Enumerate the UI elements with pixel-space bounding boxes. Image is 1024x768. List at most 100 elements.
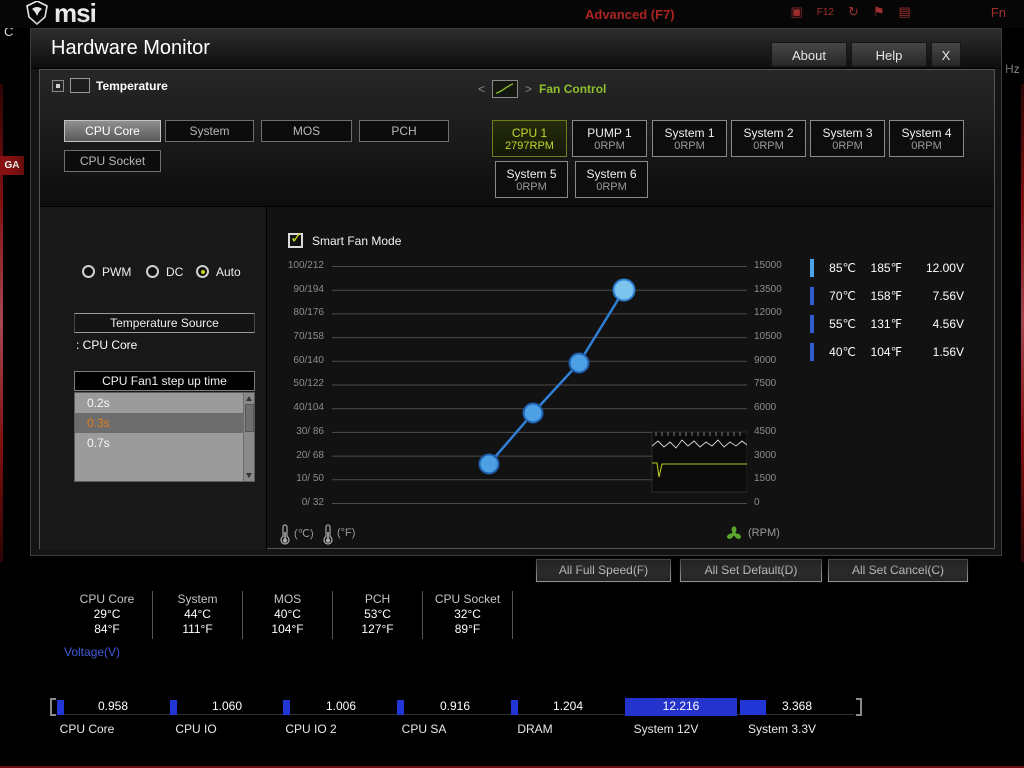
chevron-left-icon[interactable]: < <box>478 82 485 96</box>
legend-fahrenheit: 131℉ <box>870 317 902 331</box>
scroll-up-icon[interactable] <box>246 396 252 401</box>
fan-button-system4[interactable]: System 4 0RPM <box>889 120 964 157</box>
legend-bar-icon <box>810 315 814 333</box>
close-button[interactable]: X <box>931 42 961 67</box>
legend-celsius: 70℃ <box>829 289 856 303</box>
temp-readout-mos: MOS 40°C 104°F <box>242 591 332 639</box>
fan-curve-icon <box>492 80 519 98</box>
temp-button-mos[interactable]: MOS <box>261 120 352 142</box>
temp-readout-system: System 44°C 111°F <box>152 591 242 639</box>
chevron-right-icon[interactable]: > <box>525 82 532 96</box>
fan-button-system5[interactable]: System 5 0RPM <box>495 161 568 198</box>
radio-dc[interactable] <box>146 265 159 278</box>
temp-button-cpu-socket[interactable]: CPU Socket <box>64 150 161 172</box>
dialog-title: Hardware Monitor <box>51 37 210 59</box>
fan-name: CPU 1 <box>511 125 548 140</box>
legend-fahrenheit: 158℉ <box>870 289 902 303</box>
fn-icon[interactable]: Fn <box>991 5 1006 20</box>
legend-celsius: 85℃ <box>829 261 856 275</box>
scrollbar-thumb[interactable] <box>245 404 254 432</box>
voltage-bar-icon <box>170 700 177 715</box>
step-option-07s[interactable]: 0.7s <box>75 433 254 453</box>
right-edge-text: Hz <box>1005 62 1020 76</box>
temp-button-pch[interactable]: PCH <box>359 120 449 142</box>
fan-rpm: 0RPM <box>594 139 625 152</box>
bios-top-bar: msi Advanced (F7) ▣ F12 ↻ ⚑ ▤ Fn <box>0 0 1024 28</box>
radio-auto-label: Auto <box>216 265 241 279</box>
rpm-unit-label: (RPM) <box>748 527 780 539</box>
all-set-cancel-button[interactable]: All Set Cancel(C) <box>828 559 968 582</box>
fan-name: System 2 <box>743 125 794 140</box>
msi-wordmark: msi <box>54 0 97 28</box>
rpm-axis-ticks: 15000 13500 12000 10500 9000 7500 6000 4500 … <box>754 260 782 508</box>
screenshot-icon[interactable]: ▣ <box>790 4 802 20</box>
voltage-bar-icon <box>57 700 64 715</box>
fan-curve-point-3[interactable] <box>568 352 590 374</box>
refresh-icon[interactable]: ↻ <box>848 4 859 20</box>
radio-auto[interactable] <box>196 265 209 278</box>
fan-button-system2[interactable]: System 2 0RPM <box>731 120 806 157</box>
msi-logo: msi <box>26 0 97 28</box>
legend-voltage: 12.00V <box>925 261 964 275</box>
voltage-label-system33v: System 3.3V <box>747 722 817 736</box>
hardware-monitor-dialog: Hardware Monitor About Help X Temperatur… <box>30 28 1002 556</box>
temperature-source-value: : CPU Core <box>76 338 138 352</box>
smart-fan-checkbox[interactable]: ✓ <box>288 230 303 248</box>
voltage-value-cpu-sa: 0.916 <box>439 699 471 713</box>
fan-curve-chart <box>332 266 747 504</box>
all-full-speed-button[interactable]: All Full Speed(F) <box>536 559 671 582</box>
temperature-source-button[interactable]: Temperature Source <box>74 313 255 333</box>
fan-rpm: 0RPM <box>753 139 784 152</box>
about-button[interactable]: About <box>771 42 847 67</box>
fan-curve-point-4[interactable] <box>612 278 636 302</box>
fan-button-system6[interactable]: System 6 0RPM <box>575 161 648 198</box>
fan-curve-point-1[interactable] <box>478 453 500 475</box>
voltage-value-dram: 1.204 <box>552 699 584 713</box>
temp-readout-pch: PCH 53°C 127°F <box>332 591 422 639</box>
advanced-mode-label[interactable]: Advanced (F7) <box>585 7 675 22</box>
legend-fahrenheit: 185℉ <box>870 261 902 275</box>
bracket-right <box>856 698 862 716</box>
camera-icon[interactable]: ▤ <box>899 4 911 20</box>
help-button[interactable]: Help <box>851 42 927 67</box>
thermometer-celsius-icon <box>280 524 290 545</box>
fan-button-pump1[interactable]: PUMP 1 0RPM <box>572 120 647 157</box>
fan-mode-panel: PWM DC Auto Temperature Source : CPU Cor… <box>40 207 267 550</box>
radio-pwm-label: PWM <box>102 265 132 279</box>
axis-units-row: (℃) (°F) (RPM) <box>40 522 780 548</box>
fan-button-system1[interactable]: System 1 0RPM <box>652 120 727 157</box>
game-boost-badge: GA <box>0 156 24 175</box>
temperature-section-header: Temperature <box>52 78 168 93</box>
voltage-bar-icon <box>511 700 518 715</box>
legend-voltage: 1.56V <box>932 345 964 359</box>
temp-button-system[interactable]: System <box>165 120 254 142</box>
temp-readout-cpu-socket: CPU Socket 32°C 89°F <box>422 591 512 639</box>
checkmark-icon: ✓ <box>290 230 304 247</box>
step-option-02s[interactable]: 0.2s <box>75 393 254 413</box>
fan-rpm: 0RPM <box>516 180 547 193</box>
flag-icon[interactable]: ⚑ <box>873 4 885 20</box>
fan-curve-point-2[interactable] <box>522 402 544 424</box>
voltage-label-cpu-sa: CPU SA <box>401 722 447 736</box>
scroll-down-icon[interactable] <box>246 473 252 478</box>
fan-button-system3[interactable]: System 3 0RPM <box>810 120 885 157</box>
all-set-default-button[interactable]: All Set Default(D) <box>680 559 822 582</box>
fan-button-cpu1[interactable]: CPU 1 2797RPM <box>492 120 567 157</box>
voltage-label-cpu-io2: CPU IO 2 <box>285 722 337 736</box>
fan-name: System 4 <box>901 125 952 140</box>
thermometer-fahrenheit-icon <box>323 524 333 545</box>
radio-pwm[interactable] <box>82 265 95 278</box>
voltage-label-dram: DRAM <box>517 722 553 736</box>
voltage-value-system33v: 3.368 <box>781 699 813 713</box>
legend-celsius: 55℃ <box>829 317 856 331</box>
temp-button-cpu-core[interactable]: CPU Core <box>64 120 161 142</box>
celsius-unit-label: (℃) <box>294 528 314 540</box>
step-list-scrollbar[interactable] <box>243 393 254 481</box>
top-bar-icons: ▣ F12 ↻ ⚑ ▤ Fn <box>790 4 1006 20</box>
temperature-monitor-icon <box>70 78 90 93</box>
fan-name: PUMP 1 <box>587 125 632 140</box>
step-option-03s[interactable]: 0.3s <box>75 413 254 433</box>
rpm-history-inset <box>651 431 747 493</box>
fan-name: System 1 <box>664 125 715 140</box>
f12-icon[interactable]: F12 <box>817 7 834 18</box>
